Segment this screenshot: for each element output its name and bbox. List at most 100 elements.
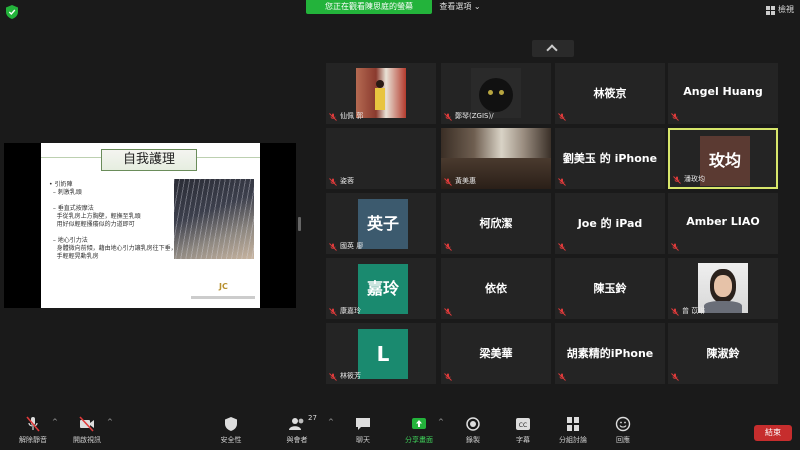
slide-line: – 地心引力法	[49, 237, 88, 244]
presentation-slide: 自我護理 • 引奶陣 – 刺激乳頭 – 垂直式按摩法 手從乳房上方胸壁，輕撫至乳…	[41, 143, 260, 308]
reactions-label: 回應	[616, 436, 630, 444]
unmute-button[interactable]: 解除靜音	[8, 416, 58, 448]
start-video-label: 開啟視訊	[73, 436, 101, 444]
share-screen-button[interactable]: 分享畫面	[394, 416, 444, 448]
participant-display-name: 依依	[485, 282, 507, 295]
mic-off-icon	[329, 308, 337, 316]
participant-display-name: 陳淑鈴	[706, 347, 740, 360]
shared-screen: 自我護理 • 引奶陣 – 刺激乳頭 – 垂直式按摩法 手從乳房上方胸壁，輕撫至乳…	[4, 143, 296, 308]
participant-tile[interactable]: 梁美華	[441, 323, 551, 384]
mic-off-icon	[671, 243, 679, 251]
record-label: 錄製	[466, 436, 480, 444]
viewing-share-banner: 您正在觀看陳思庭的螢幕	[306, 0, 432, 14]
mic-off-icon	[673, 176, 681, 184]
mic-off-icon	[444, 178, 452, 186]
participant-tile[interactable]: Angel Huang	[668, 63, 778, 124]
end-meeting-button[interactable]: 結束	[754, 425, 792, 441]
mic-off-icon	[444, 243, 452, 251]
mic-off-icon	[444, 308, 452, 316]
audio-options-caret[interactable]: ^	[52, 418, 58, 426]
participant-tile[interactable]: 玫均 潘玫均	[668, 128, 778, 189]
participant-name-label: 林筱芳	[340, 372, 361, 380]
slide-line: 身體微向前傾，藉由地心引力讓乳房往下垂，然後用	[49, 245, 195, 252]
slide-line: 手輕輕晃動乳房	[49, 253, 99, 260]
security-button[interactable]: 安全性	[206, 416, 256, 448]
mic-off-icon	[558, 178, 566, 186]
participant-tile[interactable]: Amber LIAO	[668, 193, 778, 254]
shield-icon	[225, 417, 237, 431]
participants-icon	[289, 418, 304, 430]
participants-options-caret[interactable]: ^	[328, 418, 334, 426]
mic-off-icon	[26, 416, 40, 432]
view-layout-button[interactable]: 檢視	[766, 3, 794, 17]
mic-off-icon	[558, 113, 566, 121]
view-options-dropdown[interactable]: 查看選項 ⌄	[434, 0, 486, 14]
participants-count: 27	[308, 414, 317, 422]
participant-name-label: 仙佩 郭	[340, 112, 364, 120]
zoom-meeting-window: 您正在觀看陳思庭的螢幕 查看選項 ⌄ 檢視 自我護理 • 引奶陣 – 刺激乳頭 …	[0, 0, 800, 450]
share-screen-label: 分享畫面	[405, 436, 433, 444]
security-label: 安全性	[220, 436, 242, 444]
slide-footer	[191, 296, 255, 299]
video-options-caret[interactable]: ^	[107, 418, 113, 426]
participant-tile[interactable]: 鄭琴(ZGIS)/	[441, 63, 551, 124]
participant-tile[interactable]: 柯欣潔	[441, 193, 551, 254]
mic-off-icon	[558, 373, 566, 381]
slide-line: – 刺激乳頭	[49, 189, 82, 196]
svg-text:CC: CC	[519, 422, 527, 429]
participant-name-label: 曾 苡琳	[682, 307, 706, 315]
participant-display-name: 胡素精的iPhone	[566, 347, 654, 360]
split-divider-handle[interactable]	[298, 217, 301, 231]
captions-button[interactable]: CC 字幕	[498, 416, 548, 448]
participants-label: 與會者	[286, 436, 308, 444]
participant-tile[interactable]: 依依	[441, 258, 551, 319]
participant-name-label: 康嘉玲	[340, 307, 361, 315]
participant-tile[interactable]: 陳玉鈴	[555, 258, 665, 319]
mic-off-icon	[329, 178, 337, 186]
mic-off-icon	[329, 243, 337, 251]
participant-tile[interactable]: 胡素精的iPhone	[555, 323, 665, 384]
participant-tile[interactable]: L 林筱芳	[326, 323, 436, 384]
participant-video-thumbnail	[356, 68, 406, 118]
participant-avatar: 嘉玲	[358, 264, 408, 314]
emoji-icon	[615, 416, 631, 432]
reactions-button[interactable]: 回應	[598, 416, 648, 448]
gallery-scroll-up-button[interactable]	[532, 40, 574, 57]
participant-tile[interactable]: 姿蓉	[326, 128, 436, 189]
participant-tile[interactable]: Joe 的 iPad	[555, 193, 665, 254]
mic-off-icon	[671, 113, 679, 121]
participant-avatar: 英子	[358, 199, 408, 249]
participant-tile[interactable]: 陳淑鈴	[668, 323, 778, 384]
record-button[interactable]: 錄製	[448, 416, 498, 448]
chat-button[interactable]: 聊天	[338, 416, 388, 448]
participant-tile[interactable]: 英子 國英 廖	[326, 193, 436, 254]
participant-display-name: Amber LIAO	[686, 215, 760, 228]
participant-tile[interactable]: 曾 苡琳	[668, 258, 778, 319]
mic-off-icon	[558, 243, 566, 251]
participant-tile[interactable]: 仙佩 郭	[326, 63, 436, 124]
participant-display-name: 林筱京	[593, 87, 627, 100]
participant-tile[interactable]: 劉美玉 的 iPhone	[555, 128, 665, 189]
slide-line: • 引奶陣	[49, 181, 73, 188]
participant-display-name: 劉美玉 的 iPhone	[562, 152, 658, 165]
participant-display-name: 柯欣潔	[479, 217, 513, 230]
participant-tile[interactable]: 林筱京	[555, 63, 665, 124]
participant-display-name: 陳玉鈴	[593, 282, 627, 295]
share-screen-icon	[412, 418, 426, 429]
slide-line: 用好似輕輕搔癢似的力道即可	[49, 221, 135, 228]
mic-off-icon	[558, 308, 566, 316]
video-off-icon	[79, 416, 94, 432]
participant-display-name: Angel Huang	[683, 85, 763, 98]
slide-line: – 垂直式按摩法	[49, 205, 94, 212]
view-layout-label: 檢視	[778, 5, 794, 14]
shield-icon[interactable]	[6, 5, 18, 19]
mic-off-icon	[671, 373, 679, 381]
breakout-rooms-button[interactable]: 分組討論	[548, 416, 598, 448]
share-options-caret[interactable]: ^	[438, 418, 444, 426]
start-video-button[interactable]: 開啟視訊	[62, 416, 112, 448]
participant-tile[interactable]: 黃美惠	[441, 128, 551, 189]
breakout-rooms-label: 分組討論	[559, 436, 587, 444]
participant-name-label: 黃美惠	[455, 177, 476, 185]
participant-tile[interactable]: 嘉玲 康嘉玲	[326, 258, 436, 319]
mic-off-icon	[444, 113, 452, 121]
